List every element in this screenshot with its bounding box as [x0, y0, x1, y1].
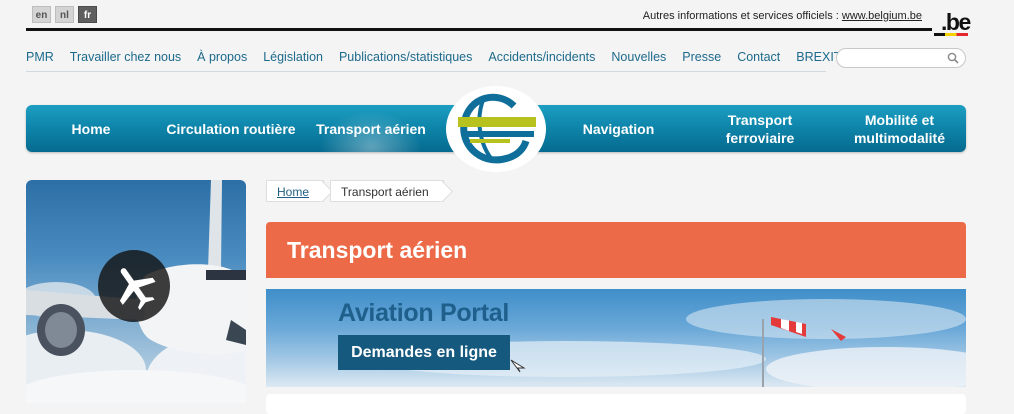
service-link-presse[interactable]: Presse [682, 47, 721, 71]
mobilit-logo-mark [458, 93, 536, 164]
nav-transport-ferroviaire[interactable]: Transport ferroviaire [708, 105, 812, 152]
breadcrumb: Home Transport aérien [266, 180, 444, 202]
page-title-bar: Transport aérien [266, 222, 966, 278]
service-link-pmr[interactable]: PMR [26, 47, 54, 71]
lang-en-button[interactable]: en [32, 6, 51, 23]
service-link-nouvelles[interactable]: Nouvelles [611, 47, 666, 71]
top-divider [26, 28, 932, 31]
lang-fr-button[interactable]: fr [78, 6, 97, 23]
language-switch: en nl fr [32, 6, 97, 23]
page-title: Transport aérien [287, 237, 468, 263]
nav-circulation-routiere[interactable]: Circulation routière [156, 105, 306, 152]
service-nav: PMR Travailler chez nous À propos Législ… [26, 47, 841, 72]
service-link-travailler[interactable]: Travailler chez nous [70, 47, 181, 71]
search-icon[interactable] [947, 52, 959, 64]
breadcrumb-current: Transport aérien [330, 180, 444, 202]
aviation-portal-title: Aviation Portal [338, 299, 509, 327]
search-input[interactable] [847, 50, 955, 68]
service-link-legislation[interactable]: Législation [263, 47, 323, 71]
airplane-icon [119, 268, 156, 311]
official-info-text: Autres informations et services officiel… [642, 10, 839, 22]
service-link-brexit[interactable]: BREXIT [796, 47, 841, 71]
nav-transport-aerien[interactable]: Transport aérien [311, 105, 431, 152]
service-link-publications[interactable]: Publications/statistiques [339, 47, 472, 71]
online-requests-button[interactable]: Demandes en ligne [338, 335, 510, 370]
search-box [836, 48, 966, 68]
breadcrumb-home[interactable]: Home [266, 180, 325, 202]
lang-nl-button[interactable]: nl [55, 6, 74, 23]
sidebar-badge [98, 250, 170, 322]
nav-navigation[interactable]: Navigation [571, 105, 666, 152]
mobilit-logo[interactable] [446, 86, 546, 172]
service-link-accidents[interactable]: Accidents/incidents [488, 47, 595, 71]
nav-home[interactable]: Home [56, 105, 126, 152]
content-card [266, 394, 966, 414]
official-info: Autres informations et services officiel… [643, 10, 922, 22]
aviation-portal-banner[interactable]: Aviation Portal Demandes en ligne [266, 289, 966, 387]
be-logo-flag-bar [934, 33, 968, 36]
cursor-arrow-icon [510, 359, 526, 373]
service-link-contact[interactable]: Contact [737, 47, 780, 71]
be-logo[interactable]: .be [934, 9, 974, 36]
sidebar-airplane-image [26, 180, 246, 403]
be-logo-text: .be [941, 9, 971, 35]
belgium-be-link[interactable]: www.belgium.be [842, 10, 922, 22]
service-link-a-propos[interactable]: À propos [197, 47, 247, 71]
nav-mobilite-multimodalite[interactable]: Mobilité et multimodalité [842, 105, 957, 152]
